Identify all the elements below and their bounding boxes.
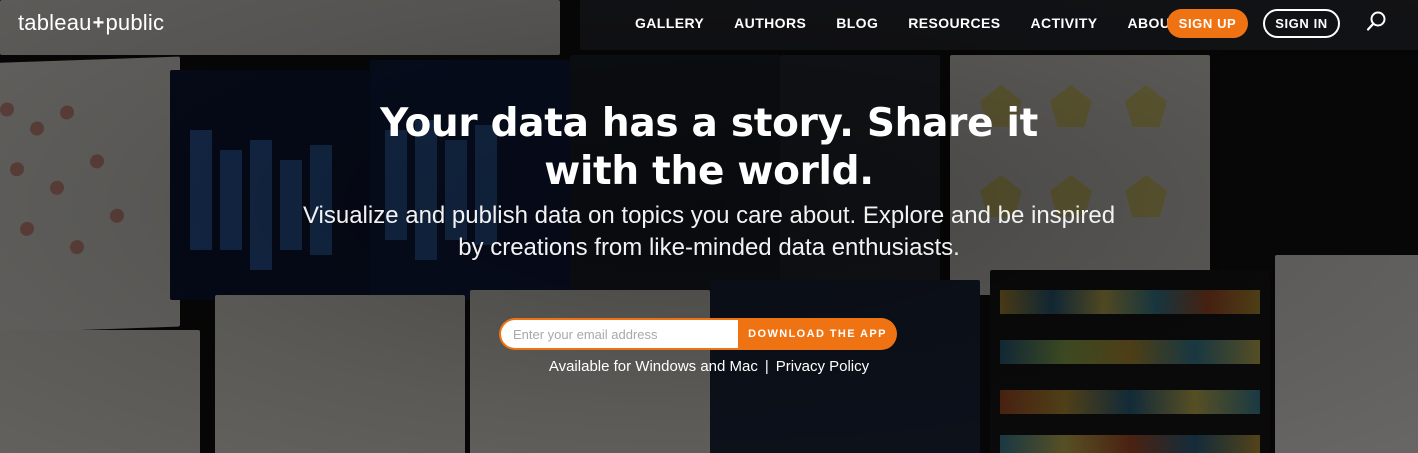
sign-in-button[interactable]: SIGN IN bbox=[1263, 9, 1340, 38]
nav-blog-link[interactable]: BLOG bbox=[836, 15, 878, 31]
sign-up-button[interactable]: SIGN UP bbox=[1167, 9, 1248, 38]
main-nav: GALLERY AUTHORS BLOG RESOURCES ACTIVITY … bbox=[620, 0, 1194, 46]
footnote-separator: | bbox=[764, 358, 769, 375]
logo-plus-icon: + bbox=[92, 11, 105, 34]
hero-subline: Visualize and publish data on topics you… bbox=[302, 202, 1116, 261]
tableau-public-logo[interactable]: tableau + public bbox=[18, 10, 164, 36]
nav-gallery-link[interactable]: GALLERY bbox=[635, 15, 704, 31]
download-footnote: Available for Windows and Mac | Privacy Po… bbox=[0, 358, 1418, 375]
hero-section: Your data has a story. Share it with the… bbox=[0, 100, 1418, 264]
availability-text: Available for Windows and Mac bbox=[548, 358, 758, 375]
download-app-button[interactable]: DOWNLOAD THE APP bbox=[738, 318, 897, 350]
email-input[interactable] bbox=[499, 318, 738, 350]
privacy-policy-link[interactable]: Privacy Policy bbox=[776, 358, 869, 375]
logo-text-left: tableau bbox=[18, 10, 92, 35]
logo-text-right: public bbox=[105, 10, 165, 35]
nav-resources-link[interactable]: RESOURCES bbox=[908, 15, 1000, 31]
top-navigation-bar: tableau + public GALLERY AUTHORS BLOG RE… bbox=[0, 0, 1418, 46]
download-signup-form: DOWNLOAD THE APP bbox=[499, 318, 897, 350]
search-icon[interactable] bbox=[1366, 10, 1388, 32]
nav-authors-link[interactable]: AUTHORS bbox=[734, 15, 806, 31]
nav-activity-link[interactable]: ACTIVITY bbox=[1031, 15, 1098, 31]
hero-headline: Your data has a story. Share it with the… bbox=[380, 101, 1038, 194]
